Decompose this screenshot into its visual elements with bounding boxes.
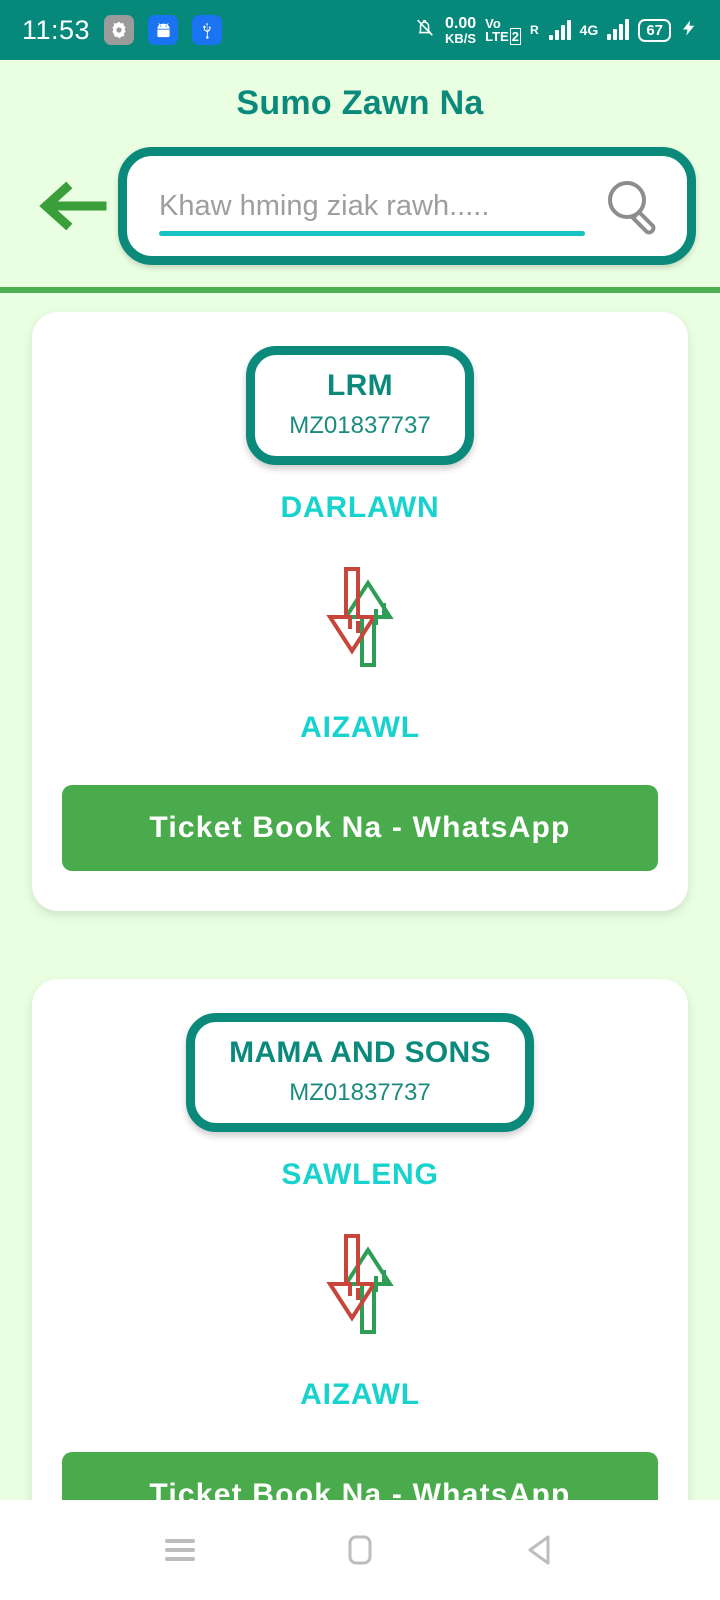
book-ticket-whatsapp-button[interactable]: Ticket Book Na - WhatsApp	[62, 785, 658, 871]
operator-badge: LRM MZ01837737	[246, 346, 474, 465]
search-bar[interactable]	[118, 147, 696, 265]
operator-badge: MAMA AND SONS MZ01837737	[186, 1013, 534, 1132]
vehicle-number: MZ01837737	[289, 1079, 431, 1106]
search-field[interactable]	[159, 170, 593, 242]
status-bar: 11:53 0.00 KB/S Vo LTE 2 R 4G 67	[0, 0, 720, 60]
system-navigation-bar	[0, 1500, 720, 1600]
usb-icon	[192, 15, 223, 45]
operator-name: LRM	[327, 369, 393, 402]
card-list-clip: LRM MZ01837737 DARLAWN AIZAWL Ticket Boo…	[0, 286, 720, 1500]
search-magnifier-icon[interactable]	[599, 173, 665, 239]
origin-place: DARLAWN	[280, 491, 440, 524]
destination-place: AIZAWL	[300, 711, 420, 744]
data-rate-indicator: 0.00 KB/S	[444, 14, 477, 46]
status-bar-right: 0.00 KB/S Vo LTE 2 R 4G 67	[414, 14, 698, 46]
app-screen: 11:53 0.00 KB/S Vo LTE 2 R 4G 67 Sumo Za…	[0, 0, 720, 1600]
sumo-card[interactable]: LRM MZ01837737 DARLAWN AIZAWL Ticket Boo…	[32, 312, 688, 911]
card-list[interactable]: LRM MZ01837737 DARLAWN AIZAWL Ticket Boo…	[0, 286, 720, 1500]
search-underline	[159, 231, 585, 236]
hamburger-menu-icon[interactable]	[157, 1527, 203, 1573]
up-down-arrow-icon	[312, 553, 408, 681]
vehicle-number: MZ01837737	[289, 412, 431, 439]
origin-place: SAWLENG	[281, 1158, 439, 1191]
search-input[interactable]	[159, 189, 593, 223]
signal-bars-sim1-icon	[548, 20, 571, 40]
page-title: Sumo Zawn Na	[236, 84, 484, 122]
status-bar-clock: 11:53	[22, 14, 91, 45]
android-robot-icon	[148, 15, 179, 45]
book-ticket-whatsapp-button[interactable]: Ticket Book Na - WhatsApp	[62, 1452, 658, 1500]
back-arrow-icon[interactable]	[36, 176, 108, 236]
network-type-indicator: 4G	[579, 22, 599, 38]
status-bar-left: 11:53	[22, 14, 223, 46]
settings-gear-icon	[104, 15, 135, 45]
home-square-icon[interactable]	[337, 1527, 383, 1573]
volte-indicator: Vo LTE 2	[485, 15, 521, 45]
signal-bars-sim2-icon	[607, 19, 630, 40]
operator-name: MAMA AND SONS	[229, 1036, 491, 1069]
battery-indicator: 67	[638, 18, 671, 42]
search-row	[0, 123, 720, 265]
destination-place: AIZAWL	[300, 1378, 420, 1411]
sumo-card[interactable]: MAMA AND SONS MZ01837737 SAWLENG AIZAWL …	[32, 979, 688, 1500]
back-triangle-icon[interactable]	[517, 1527, 563, 1573]
lightning-bolt-icon	[680, 16, 698, 45]
roaming-indicator: R	[529, 23, 539, 37]
bell-muted-icon	[414, 16, 436, 45]
up-down-arrow-icon	[312, 1220, 408, 1348]
